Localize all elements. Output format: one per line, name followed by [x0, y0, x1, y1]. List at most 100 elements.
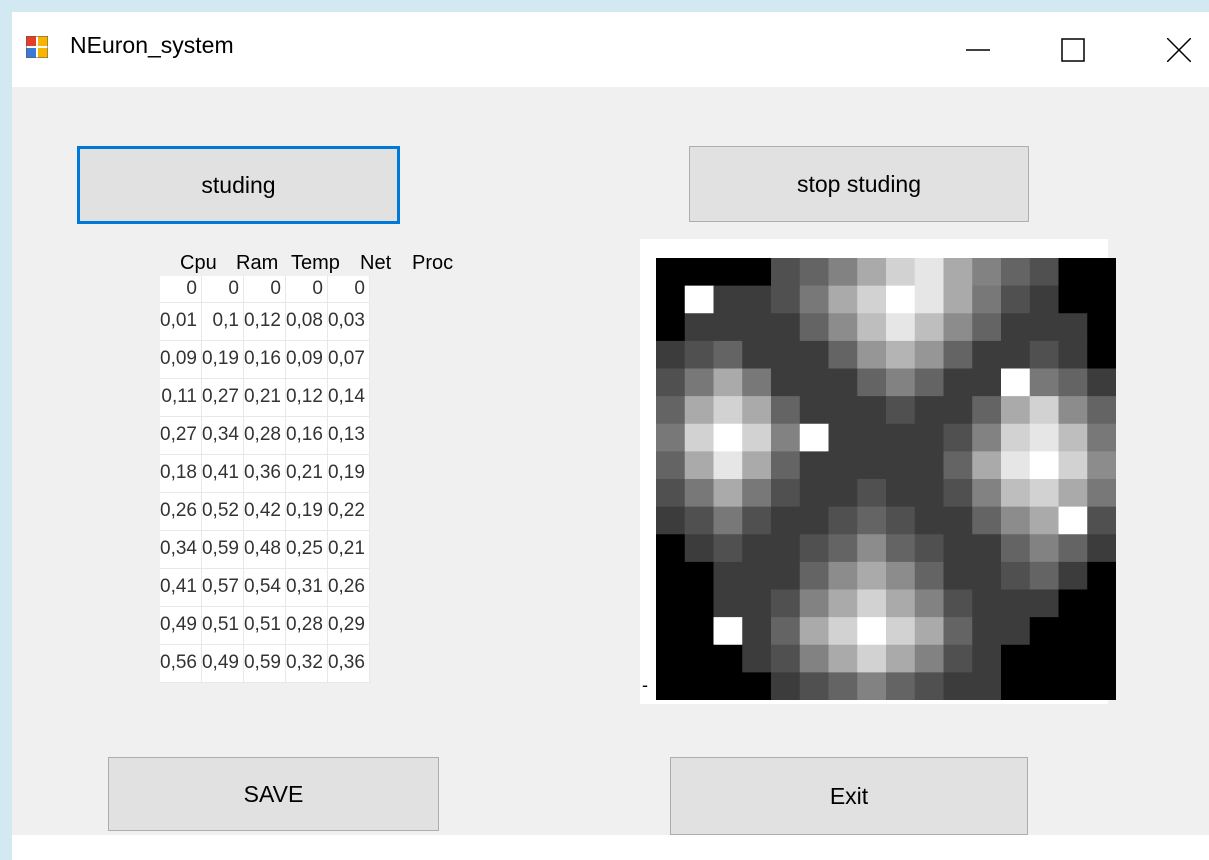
grid-cell[interactable]: 0,59 — [243, 644, 286, 683]
table-row[interactable]: 0,09 0,19 0,16 0,09 0,07 — [160, 340, 370, 379]
grid-cell[interactable]: 0,52 — [201, 492, 244, 531]
close-icon — [1167, 37, 1191, 62]
minimize-button[interactable] — [947, 12, 1009, 87]
grid-cell[interactable]: 0,49 — [160, 606, 202, 645]
grid-cell[interactable]: 0,1 — [201, 302, 244, 341]
grid-cell[interactable]: 0,42 — [243, 492, 286, 531]
grid-cell[interactable]: 0,41 — [160, 568, 202, 607]
grid-cell[interactable]: 0,12 — [285, 378, 328, 417]
save-button[interactable]: SAVE — [108, 757, 439, 831]
map-cell — [713, 672, 743, 700]
grid-cell[interactable]: 0,54 — [243, 568, 286, 607]
grid-cell[interactable]: 0,31 — [285, 568, 328, 607]
grid-cell[interactable]: 0,26 — [327, 568, 370, 607]
grid-cell[interactable]: 0,51 — [201, 606, 244, 645]
grid-cell[interactable]: 0,22 — [327, 492, 370, 531]
grid-cell[interactable]: 0,18 — [160, 454, 202, 493]
grid-cell[interactable]: 0,25 — [285, 530, 328, 569]
neuron-map-image — [656, 258, 1116, 700]
map-cell — [972, 451, 1002, 480]
map-cell — [799, 672, 830, 700]
grid-cell[interactable]: 0,32 — [285, 644, 328, 683]
grid-cell[interactable]: 0,21 — [327, 530, 370, 569]
map-cell — [742, 644, 772, 673]
table-row[interactable]: 0,49 0,51 0,51 0,28 0,29 — [160, 606, 370, 645]
table-row[interactable]: 00000 — [160, 276, 370, 303]
table-row[interactable]: 0,26 0,52 0,42 0,19 0,22 — [160, 492, 370, 531]
map-cell — [1029, 340, 1060, 370]
grid-cell[interactable]: 0,34 — [160, 530, 202, 569]
grid-cell[interactable]: 0,41 — [201, 454, 244, 493]
grid-cell[interactable]: 0,48 — [243, 530, 286, 569]
grid-cell[interactable]: 0,13 — [327, 416, 370, 455]
grid-cell[interactable]: 0,27 — [160, 416, 202, 455]
map-cell — [713, 313, 743, 342]
map-cell — [886, 589, 916, 618]
grid-cell[interactable]: 0,19 — [327, 454, 370, 493]
grid-cell[interactable]: 0 — [160, 276, 202, 303]
grid-cell[interactable]: 0,36 — [243, 454, 286, 493]
grid-cell[interactable]: 0,28 — [243, 416, 286, 455]
window-title: NEuron_system — [70, 32, 234, 58]
grid-cell[interactable]: 0,36 — [327, 644, 370, 683]
maximize-button[interactable] — [1042, 12, 1104, 87]
grid-cell[interactable]: 0,01 — [160, 302, 202, 341]
grid-cell[interactable]: 0,51 — [243, 606, 286, 645]
table-row[interactable]: 0,41 0,57 0,54 0,31 0,26 — [160, 568, 370, 607]
table-row[interactable]: 0,56 0,49 0,59 0,32 0,36 — [160, 644, 370, 683]
map-cell — [1087, 368, 1116, 397]
map-cell — [886, 644, 916, 673]
exit-button[interactable]: Exit — [670, 757, 1028, 835]
table-row[interactable]: 0,34 0,59 0,48 0,25 0,21 — [160, 530, 370, 569]
grid-cell[interactable]: 0,03 — [327, 302, 370, 341]
map-cell — [656, 534, 686, 563]
grid-cell[interactable]: 0,21 — [285, 454, 328, 493]
map-cell — [1058, 258, 1088, 287]
map-cell — [972, 313, 1002, 342]
map-cell — [771, 368, 801, 397]
grid-cell[interactable]: 0,11 — [160, 378, 202, 417]
grid-cell[interactable]: 0,09 — [160, 340, 202, 379]
grid-cell[interactable]: 0,59 — [201, 530, 244, 569]
table-row[interactable]: 0,01 0,1 0,12 0,08 0,03 — [160, 302, 370, 341]
map-cell — [1058, 285, 1088, 314]
grid-cell[interactable]: 0,08 — [285, 302, 328, 341]
grid-cell[interactable]: 0,29 — [327, 606, 370, 645]
close-button[interactable] — [1148, 12, 1209, 87]
grid-cell[interactable]: 0 — [243, 276, 286, 303]
grid-cell[interactable]: 0,56 — [160, 644, 202, 683]
grid-cell[interactable]: 0,57 — [201, 568, 244, 607]
map-cell — [857, 534, 887, 563]
grid-cell[interactable]: 0 — [201, 276, 244, 303]
grid-cell[interactable]: 0,14 — [327, 378, 370, 417]
grid-cell[interactable]: 0,19 — [201, 340, 244, 379]
map-cell — [1001, 672, 1031, 700]
map-cell — [1029, 534, 1060, 563]
map-cell — [1058, 340, 1088, 370]
grid-cell[interactable]: 0,34 — [201, 416, 244, 455]
stop-studing-button[interactable]: stop studing — [689, 146, 1029, 222]
studing-button[interactable]: studing — [77, 146, 400, 224]
grid-cell[interactable]: 0,49 — [201, 644, 244, 683]
grid-cell[interactable]: 0,07 — [327, 340, 370, 379]
grid-cell[interactable]: 0 — [285, 276, 328, 303]
map-cell — [857, 396, 887, 425]
grid-cell[interactable]: 0,28 — [285, 606, 328, 645]
grid-cell[interactable]: 0 — [327, 276, 370, 303]
map-cell — [1087, 644, 1116, 673]
grid-cell[interactable]: 0,16 — [285, 416, 328, 455]
grid-cell[interactable]: 0,27 — [201, 378, 244, 417]
table-row[interactable]: 0,18 0,41 0,36 0,21 0,19 — [160, 454, 370, 493]
table-row[interactable]: 0,11 0,27 0,21 0,12 0,14 — [160, 378, 370, 417]
grid-cell[interactable]: 0,12 — [243, 302, 286, 341]
grid-cell[interactable]: 0,16 — [243, 340, 286, 379]
map-cell — [742, 479, 772, 508]
grid-cell[interactable]: 0,19 — [285, 492, 328, 531]
map-cell — [1087, 313, 1116, 342]
grid-cell[interactable]: 0,09 — [285, 340, 328, 379]
grid-cell[interactable]: 0,26 — [160, 492, 202, 531]
map-cell — [742, 258, 772, 287]
grid-cell[interactable]: 0,21 — [243, 378, 286, 417]
table-row[interactable]: 0,27 0,34 0,28 0,16 0,13 — [160, 416, 370, 455]
map-cell — [943, 534, 973, 563]
